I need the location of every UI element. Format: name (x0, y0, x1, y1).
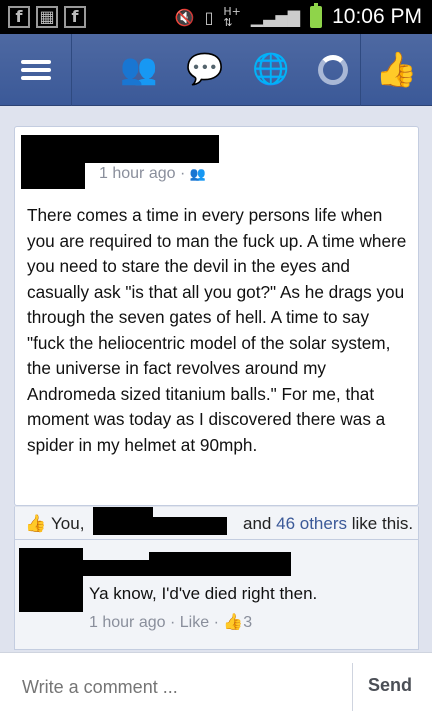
comment-input[interactable] (22, 677, 322, 698)
redacted-liker-name-2 (153, 517, 227, 535)
redacted-commenter-name (149, 552, 291, 576)
comment-like-thumb-icon: 👍 (223, 612, 244, 631)
redacted-liker-name (93, 507, 153, 535)
comment-timestamp: 1 hour ago (89, 614, 166, 631)
story-timestamp[interactable]: 1 hour ago (99, 165, 176, 182)
comment-like-count: 3 (243, 614, 253, 631)
redacted-author-name (21, 135, 219, 163)
data-transfer-icon: H+ ⇅ (223, 5, 241, 29)
meta-separator: · (169, 614, 176, 631)
notifications-icon[interactable]: 🌐 (252, 52, 289, 88)
messages-icon[interactable]: 💬 (186, 52, 223, 88)
story-card: 1 hour ago · 👥 There comes a time in eve… (14, 126, 419, 506)
facebook-notification-icon: f (64, 6, 86, 28)
likes-summary: and 46 others like this. (243, 514, 413, 534)
send-button[interactable]: Send (368, 675, 412, 696)
comment-meta: 1 hour ago · Like · 👍3 (89, 612, 252, 632)
mute-icon: 🔇 (174, 7, 195, 27)
likes-others-link[interactable]: 46 others (276, 514, 347, 533)
system-icons: 🔇 ▯ H+ ⇅ ▁▃▅▇ 10:06 PM (175, 0, 422, 34)
menu-icon (20, 56, 51, 84)
data-type-label: H+ (223, 5, 241, 18)
notification-icons: f ▦ f (8, 6, 86, 28)
status-bar: f ▦ f 🔇 ▯ H+ ⇅ ▁▃▅▇ 10:06 PM (0, 0, 432, 34)
like-thumb-icon: 👍 (25, 514, 47, 534)
top-nav-bar: 👥 💬 🌐 👍 (0, 34, 432, 106)
audience-friends-icon: 👥 (189, 167, 206, 182)
comment: Ya know, I'd've died right then. 1 hour … (14, 540, 419, 650)
likes-you: You, (51, 514, 85, 533)
comment-like-link[interactable]: Like (180, 614, 209, 631)
composer-divider (352, 663, 353, 711)
likes-row[interactable]: 👍 You, and 46 others like this. (14, 506, 419, 540)
comment-composer: Send (0, 652, 432, 720)
likes-and: and (243, 514, 272, 533)
redacted-commenter-avatar (19, 548, 83, 612)
gallery-notification-icon: ▦ (36, 6, 58, 28)
like-icon[interactable]: 👍 (360, 34, 432, 106)
likes-suffix: like this. (351, 514, 414, 533)
redacted-avatar (21, 161, 85, 189)
signal-icon: ▁▃▅▇ (250, 7, 301, 27)
battery-icon (310, 3, 323, 28)
comment-text: Ya know, I'd've died right then. (89, 584, 318, 603)
friend-requests-icon[interactable]: 👥 (120, 52, 157, 88)
story-text: There comes a time in every persons life… (27, 205, 407, 455)
meta-separator: · (179, 165, 186, 182)
facebook-notification-icon: f (8, 6, 30, 28)
nav-jewels: 👥 💬 🌐 (120, 52, 348, 88)
story-meta: 1 hour ago · 👥 (99, 165, 206, 183)
redacted-commenter-name-2 (83, 560, 153, 576)
vibrate-icon: ▯ (204, 7, 214, 27)
loading-spinner-icon (318, 55, 348, 85)
clock: 10:06 PM (332, 5, 422, 28)
menu-button[interactable] (0, 34, 72, 106)
meta-separator: · (213, 614, 219, 631)
